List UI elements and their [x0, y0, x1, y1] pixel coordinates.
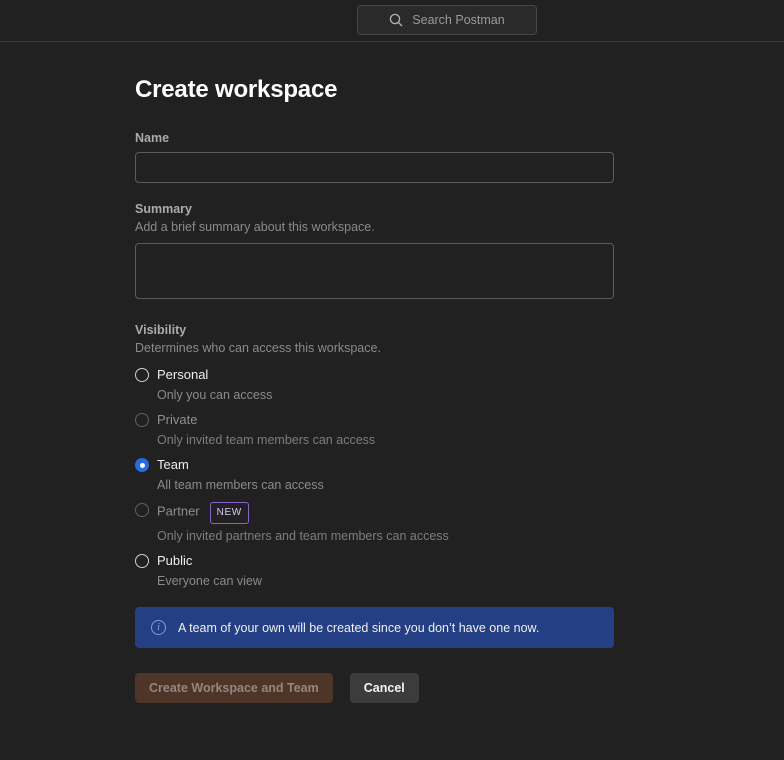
radio-icon[interactable] [135, 554, 149, 568]
create-workspace-and-team-button[interactable]: Create Workspace and Team [135, 673, 333, 703]
name-label: Name [135, 131, 614, 145]
radio-option-private: Private Only invited team members can ac… [135, 412, 614, 447]
create-workspace-form: Create workspace Name Summary Add a brie… [135, 76, 614, 703]
radio-icon-selected[interactable] [135, 458, 149, 472]
radio-label: Public [157, 553, 614, 569]
page-title: Create workspace [135, 76, 614, 104]
info-banner: i A team of your own will be created sin… [135, 607, 614, 648]
visibility-label: Visibility [135, 323, 614, 337]
summary-helper: Add a brief summary about this workspace… [135, 220, 614, 234]
name-field: Name [135, 131, 614, 183]
info-icon: i [151, 620, 166, 635]
visibility-helper: Determines who can access this workspace… [135, 341, 614, 355]
summary-label: Summary [135, 202, 614, 216]
summary-field: Summary Add a brief summary about this w… [135, 202, 614, 304]
radio-option-partner: PartnerNEW Only invited partners and tea… [135, 502, 614, 543]
radio-description: All team members can access [157, 478, 614, 492]
radio-label: Private [157, 412, 614, 428]
name-input[interactable] [135, 152, 614, 183]
radio-icon [135, 503, 149, 517]
visibility-radio-group: Personal Only you can access Private Onl… [135, 367, 614, 588]
new-badge: NEW [210, 502, 249, 524]
radio-option-personal[interactable]: Personal Only you can access [135, 367, 614, 402]
visibility-field: Visibility Determines who can access thi… [135, 323, 614, 588]
radio-description: Only invited partners and team members c… [157, 529, 614, 543]
radio-label: PartnerNEW [157, 502, 614, 524]
form-actions: Create Workspace and Team Cancel [135, 673, 614, 703]
info-banner-message: A team of your own will be created since… [178, 621, 539, 635]
top-bar: Search Postman [0, 0, 784, 42]
radio-option-team[interactable]: Team All team members can access [135, 457, 614, 492]
radio-icon [135, 413, 149, 427]
radio-icon[interactable] [135, 368, 149, 382]
radio-description: Only invited team members can access [157, 433, 614, 447]
search-icon [389, 13, 403, 27]
cancel-button[interactable]: Cancel [350, 673, 419, 703]
summary-textarea[interactable] [135, 243, 614, 299]
radio-label: Personal [157, 367, 614, 383]
radio-description: Only you can access [157, 388, 614, 402]
radio-description: Everyone can view [157, 574, 614, 588]
search-input[interactable]: Search Postman [357, 5, 537, 35]
radio-label: Team [157, 457, 614, 473]
search-placeholder: Search Postman [412, 13, 504, 27]
radio-option-public[interactable]: Public Everyone can view [135, 553, 614, 588]
